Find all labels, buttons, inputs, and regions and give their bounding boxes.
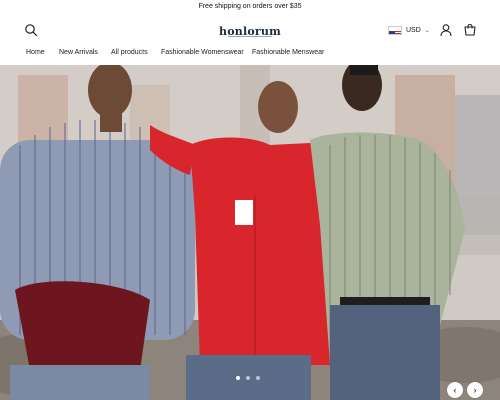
nav-item-home[interactable]: Home [26,49,45,56]
currency-selector[interactable]: USD ⌄ [388,24,430,36]
carousel-prev-button[interactable]: ‹ [447,382,463,398]
carousel-dot-3[interactable] [256,376,260,380]
carousel-next-button[interactable]: › [467,382,483,398]
nav-item-new-arrivals[interactable]: New Arrivals [59,49,98,56]
user-icon [440,24,452,37]
carousel-dots-group [236,376,260,380]
announcement-text: Free shipping on orders over $35 [198,3,302,10]
hero-image [0,65,500,400]
cart-icon [464,23,476,36]
chevron-right-icon: › [473,385,477,395]
site-header: honlorum USD ⌄ [0,14,500,46]
carousel-dot-2[interactable] [246,376,250,380]
logo-underline [228,36,272,37]
carousel-dot-1[interactable] [236,376,240,380]
hero-banner[interactable] [0,65,500,400]
chevron-left-icon: ‹ [453,385,457,395]
main-nav: Home New Arrivals All products Fashionab… [0,46,500,64]
search-button[interactable] [24,23,38,37]
nav-item-womenswear[interactable]: Fashionable Womenswear [161,49,244,56]
search-icon [25,24,38,37]
chevron-down-icon: ⌄ [424,27,430,34]
nav-item-all-products[interactable]: All products [111,49,148,56]
cart-button[interactable] [463,23,477,37]
account-button[interactable] [439,23,453,37]
announcement-bar: Free shipping on orders over $35 [0,0,500,14]
nav-item-menswear[interactable]: Fashionable Menswear [252,49,324,56]
currency-label: USD [406,26,421,34]
us-flag-icon [388,25,402,35]
